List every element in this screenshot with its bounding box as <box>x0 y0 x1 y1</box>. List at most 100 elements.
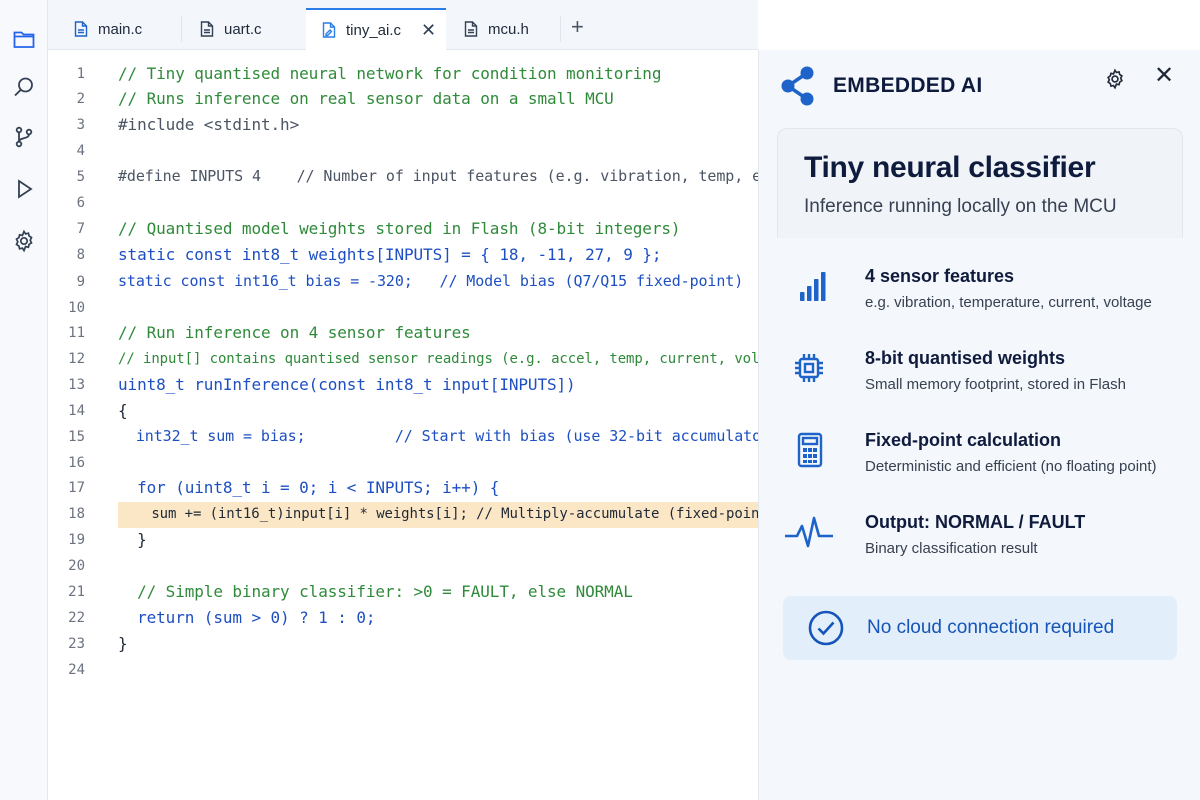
gear-icon[interactable] <box>1104 68 1126 90</box>
feature-description: Deterministic and efficient (no floating… <box>865 458 1157 475</box>
feature-description: e.g. vibration, temperature, current, vo… <box>865 294 1152 311</box>
explorer-button[interactable] <box>9 24 39 54</box>
code-line: 5 #define INPUTS 4 // Number of input fe… <box>48 165 797 191</box>
file-icon <box>200 21 214 37</box>
code-line: 9 static const int16_t bias = -320; // M… <box>48 270 758 296</box>
search-button[interactable] <box>9 72 39 102</box>
tab-mcu-h[interactable]: mcu.h <box>464 8 529 50</box>
line-number: 17 <box>68 480 85 496</box>
share-nodes-icon <box>781 66 814 106</box>
close-panel-button[interactable]: ✕ <box>1154 64 1174 88</box>
code-line: 19 } <box>48 528 758 554</box>
code-text: // Run inference on 4 sensor features <box>118 323 471 342</box>
code-text: int32_t sum = bias; // Start with bias (… <box>118 427 779 445</box>
files-icon <box>13 31 35 48</box>
tab-label: uart.c <box>224 20 262 38</box>
card-subtitle: Inference running locally on the MCU <box>804 196 1117 217</box>
code-line: 1 // Tiny quantised neural network for c… <box>48 62 758 88</box>
code-line: 10 <box>48 296 758 322</box>
line-number: 20 <box>68 558 85 574</box>
run-button[interactable] <box>9 174 39 204</box>
line-number: 6 <box>76 195 85 211</box>
code-text: // Runs inference on real sensor data on… <box>118 89 614 108</box>
line-number: 22 <box>68 610 85 626</box>
tab-tiny-ai-c[interactable]: tiny_ai.c ✕ <box>306 8 446 50</box>
panel-title: EMBEDDED AI <box>833 74 983 97</box>
line-number: 3 <box>76 117 85 133</box>
tab-main-c[interactable]: main.c <box>74 8 142 50</box>
card-title: Tiny neural classifier <box>804 151 1096 184</box>
code-line: 15 int32_t sum = bias; // Start with bia… <box>48 425 779 451</box>
code-text: #include <stdint.h> <box>118 115 300 134</box>
play-icon <box>18 179 33 199</box>
code-text: // input[] contains quantised sensor rea… <box>118 351 801 367</box>
code-line: 14 { <box>48 399 758 425</box>
line-number: 12 <box>68 351 85 367</box>
gear-icon <box>15 229 33 253</box>
code-text: // Tiny quantised neural network for con… <box>118 64 662 83</box>
code-text: } <box>118 634 128 653</box>
banner-text: No cloud connection required <box>867 617 1115 638</box>
code-line: 24 <box>48 658 758 684</box>
tab-divider <box>181 16 182 42</box>
line-number: 24 <box>68 662 85 678</box>
tab-label: mcu.h <box>488 20 529 38</box>
code-text: static const int16_t bias = -320; // Mod… <box>118 272 744 290</box>
code-text: sum += (int16_t)input[i] * weights[i]; /… <box>118 506 776 522</box>
tab-uart-c[interactable]: uart.c <box>200 8 262 50</box>
line-number: 18 <box>68 506 85 522</box>
code-text: // Quantised model weights stored in Fla… <box>118 219 681 238</box>
activity-bar <box>0 0 48 800</box>
code-line: 23 } <box>48 632 758 658</box>
calculator-icon <box>797 432 823 468</box>
feature-description: Small memory footprint, stored in Flash <box>865 376 1126 393</box>
feature-title: Output: NORMAL / FAULT <box>865 512 1086 532</box>
embedded-ai-panel: EMBEDDED AI ✕ Tiny neural classifier Inf… <box>758 50 1200 800</box>
code-line: 22 return (sum > 0) ? 1 : 0; <box>48 606 758 632</box>
chip-icon <box>795 354 823 382</box>
code-line: 20 <box>48 554 758 580</box>
branch-icon <box>15 126 33 148</box>
file-edit-icon <box>322 22 336 38</box>
code-line: 3 #include <stdint.h> <box>48 113 758 139</box>
code-line: 6 <box>48 191 758 217</box>
feature-item: 8-bit quantised weights Small memory foo… <box>789 342 1189 402</box>
code-text: return (sum > 0) ? 1 : 0; <box>118 608 376 627</box>
code-line: 13 uint8_t runInference(const int8_t inp… <box>48 373 758 399</box>
close-tab-icon[interactable]: ✕ <box>421 21 436 39</box>
feature-title: Fixed-point calculation <box>865 430 1062 450</box>
code-editor[interactable]: 1 // Tiny quantised neural network for c… <box>48 50 801 800</box>
code-text: static const int8_t weights[INPUTS] = { … <box>118 245 662 264</box>
line-number: 19 <box>68 532 85 548</box>
line-number: 8 <box>76 247 85 263</box>
line-number: 10 <box>68 300 85 316</box>
line-number: 4 <box>76 143 85 159</box>
file-icon <box>74 21 88 37</box>
feature-title: 8-bit quantised weights <box>865 348 1066 368</box>
code-line: 17 for (uint8_t i = 0; i < INPUTS; i++) … <box>48 476 758 502</box>
line-number: 14 <box>68 403 85 419</box>
feature-item: Fixed-point calculation Deterministic an… <box>789 424 1189 484</box>
code-line: 21 // Simple binary classifier: >0 = FAU… <box>48 580 758 606</box>
code-line: 4 <box>48 139 758 165</box>
line-number: 16 <box>68 455 85 471</box>
settings-button[interactable] <box>9 226 39 256</box>
add-tab-button[interactable]: + <box>571 16 584 38</box>
line-number: 21 <box>68 584 85 600</box>
code-line: 7 // Quantised model weights stored in F… <box>48 217 758 243</box>
code-text: #define INPUTS 4 // Number of input feat… <box>118 167 797 185</box>
line-number: 7 <box>76 221 85 237</box>
line-number: 1 <box>76 66 85 82</box>
line-number: 11 <box>68 325 85 341</box>
source-control-button[interactable] <box>9 122 39 152</box>
code-line-highlighted: 18 sum += (int16_t)input[i] * weights[i]… <box>48 502 776 528</box>
tab-label: tiny_ai.c <box>346 21 402 39</box>
search-icon <box>14 77 33 97</box>
feature-item: Output: NORMAL / FAULT Binary classifica… <box>785 506 1189 566</box>
code-text: } <box>118 530 147 549</box>
line-number: 13 <box>68 377 85 393</box>
line-number: 5 <box>76 169 85 185</box>
code-line: 16 <box>48 451 758 477</box>
pulse-icon <box>785 516 833 548</box>
